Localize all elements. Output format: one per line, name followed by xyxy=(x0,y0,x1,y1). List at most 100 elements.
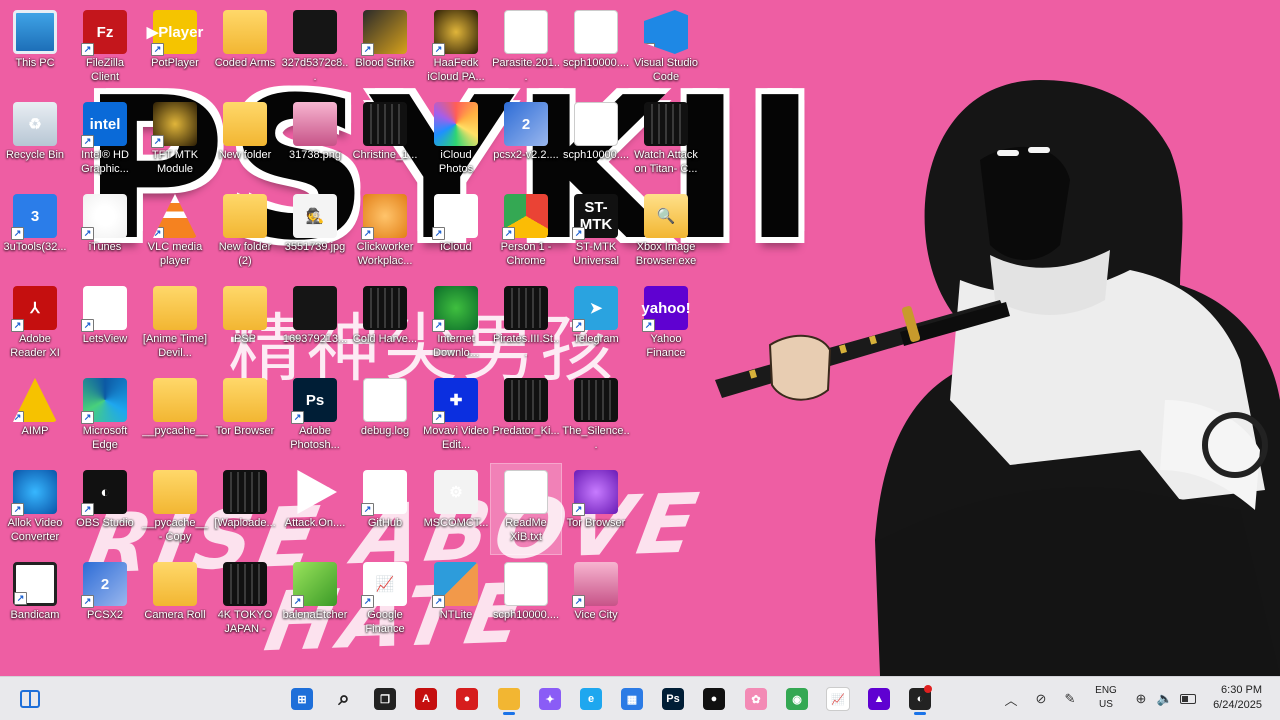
desktop-icon[interactable]: __pycache__ - Copy xyxy=(140,464,210,554)
taskbar-yahoo-finance-button[interactable]: ▲ xyxy=(863,683,895,715)
desktop-icon[interactable]: ♫ ↗ iTunes xyxy=(70,188,140,278)
desktop-icon[interactable]: Ps ↗ Adobe Photosh... xyxy=(280,372,350,462)
desktop-icon[interactable]: scph10000.... xyxy=(491,556,561,646)
desktop-icon[interactable]: ● ↗ Bandicam xyxy=(0,556,70,646)
desktop-icon[interactable]: Watch Attack on Titan- C... xyxy=(631,96,701,186)
desktop-icon[interactable]: scph10000.... xyxy=(561,4,631,94)
desktop-icon[interactable]: 3 ↗ 3uTools(32... xyxy=(0,188,70,278)
widgets-button[interactable] xyxy=(14,683,46,715)
desktop-icon[interactable]: ↗ Person 1 - Chrome xyxy=(491,188,561,278)
desktop-icon[interactable]: New folder xyxy=(210,96,280,186)
taskbar-google-finance-button[interactable]: 📈 xyxy=(822,683,854,715)
desktop-icon[interactable]: Christine_1... xyxy=(350,96,420,186)
desktop[interactable]: PSYKII 精神尖男孩 RISE ABOVE HATE This PC Fz … xyxy=(0,0,1280,676)
desktop-icon[interactable]: scph10000.... xyxy=(561,96,631,186)
taskbar-obs-button[interactable]: ◐ xyxy=(904,683,936,715)
desktop-icon[interactable]: 🕵 3551739.jpg xyxy=(280,188,350,278)
desktop-icon[interactable]: ↗ VLC media player xyxy=(140,188,210,278)
desktop-icon-label: 327d5372c8... xyxy=(281,57,349,83)
desktop-icon[interactable]: ↗ Internet Downlo... xyxy=(421,280,491,370)
taskbar-photos-button[interactable]: ✿ xyxy=(740,683,772,715)
desktop-icon[interactable]: intel ↗ Intel® HD Graphic... xyxy=(70,96,140,186)
taskbar-file-explorer-button[interactable] xyxy=(493,683,525,715)
desktop-icon[interactable]: ⅄ ↗ Adobe Reader XI xyxy=(0,280,70,370)
desktop-icon[interactable]: ↗ balenaEtcher xyxy=(280,556,350,646)
desktop-icon[interactable]: ↗ Visual Studio Code xyxy=(631,4,701,94)
desktop-icon[interactable]: PSP xyxy=(210,280,280,370)
desktop-icon[interactable]: ● ↗ GitHub xyxy=(350,464,420,554)
desktop-icon[interactable]: ♻ Recycle Bin xyxy=(0,96,70,186)
desktop-icon[interactable]: ↗ HaaFedk iCloud PA... xyxy=(421,4,491,94)
desktop-icon[interactable]: SRT Attack.On.... xyxy=(280,464,350,554)
desktop-icon[interactable]: 2 pcsx2-v2.2.... xyxy=(491,96,561,186)
desktop-icon[interactable]: ↗ Blood Strike xyxy=(350,4,420,94)
battery-button[interactable] xyxy=(1177,683,1199,715)
desktop-icon[interactable]: ST-MTK ↗ ST-MTK Universal xyxy=(561,188,631,278)
network-status-button[interactable]: ⊘ xyxy=(1030,683,1052,715)
desktop-icon[interactable]: ↗ TFT MTK Module xyxy=(140,96,210,186)
desktop-icon[interactable]: ⚙ MSCOMCT... xyxy=(421,464,491,554)
taskbar-chrome-button[interactable]: ◉ xyxy=(781,683,813,715)
desktop-icon[interactable]: ReadMe XiB.txt xyxy=(490,463,562,555)
desktop-icon-label: PotPlayer xyxy=(151,57,199,69)
desktop-icon-label: Watch Attack on Titan- C... xyxy=(634,149,698,175)
taskbar-store-button[interactable]: ▦ xyxy=(616,683,648,715)
taskbar-photoshop-button[interactable]: Ps xyxy=(657,683,689,715)
language-indicator[interactable]: ENG US xyxy=(1092,684,1120,712)
desktop-icon[interactable]: 2 ↗ PCSX2 xyxy=(70,556,140,646)
globe-button[interactable]: ⊕ xyxy=(1130,683,1152,715)
desktop-icon[interactable]: ↗ Tor Browser xyxy=(561,464,631,554)
taskbar-bandicam-button[interactable]: ● xyxy=(451,683,483,715)
desktop-icon[interactable]: ▶Player ↗ PotPlayer xyxy=(140,4,210,94)
taskbar-task-view-button[interactable]: ❐ xyxy=(369,683,401,715)
desktop-icon[interactable]: 327d5372c8... xyxy=(280,4,350,94)
show-hidden-icons-button[interactable]: ︿ xyxy=(1000,683,1022,715)
desktop-icon[interactable]: ◐ ↗ OBS Studio xyxy=(70,464,140,554)
desktop-icon[interactable]: Coded Arms xyxy=(210,4,280,94)
desktop-icon[interactable]: 🔍 Xbox Image Browser.exe xyxy=(631,188,701,278)
desktop-icon[interactable]: ↗ AIMP xyxy=(0,372,70,462)
desktop-icon[interactable]: The_Silence... xyxy=(561,372,631,462)
desktop-icon-label: iCloud Photos xyxy=(438,149,474,175)
desktop-icon[interactable]: 169379213... xyxy=(280,280,350,370)
desktop-icon[interactable]: iCloud Photos xyxy=(421,96,491,186)
desktop-icon[interactable]: ➤ ↗ Telegram xyxy=(561,280,631,370)
desktop-icon[interactable]: __pycache__ xyxy=(140,372,210,462)
desktop-icon[interactable]: ↗ Microsoft Edge xyxy=(70,372,140,462)
desktop-icon[interactable]: ☁ ↗ iCloud xyxy=(421,188,491,278)
clock[interactable]: 6:30 PM 6/24/2025 xyxy=(1198,683,1262,713)
desktop-icon[interactable]: ↗ Allok Video Converter xyxy=(0,464,70,554)
desktop-icon[interactable]: ✚ ↗ Movavi Video Edit... xyxy=(421,372,491,462)
taskbar-github-button[interactable]: ● xyxy=(698,683,730,715)
desktop-icon[interactable]: 31738.png xyxy=(280,96,350,186)
desktop-icon[interactable]: Camera Roll xyxy=(140,556,210,646)
desktop-icon[interactable]: This PC xyxy=(0,4,70,94)
desktop-icon[interactable]: Predator_Ki... xyxy=(491,372,561,462)
pen-menu-button[interactable]: ✎ xyxy=(1058,683,1082,715)
desktop-icon[interactable]: Parasite.201... xyxy=(491,4,561,94)
desktop-icon[interactable]: debug.log xyxy=(350,372,420,462)
desktop-icon[interactable]: New folder (2) xyxy=(210,188,280,278)
desktop-icon[interactable]: ↗ NTLite xyxy=(421,556,491,646)
volume-button[interactable]: 🔈 xyxy=(1154,683,1176,715)
taskbar-start-button[interactable]: ⊞ xyxy=(286,683,318,715)
taskbar-edge-button[interactable]: e xyxy=(575,683,607,715)
desktop-icon[interactable]: [Anime Time] Devil... xyxy=(140,280,210,370)
desktop-icon[interactable]: ◇ ↗ LetsView xyxy=(70,280,140,370)
desktop-icon[interactable]: Pirates.III.St... xyxy=(491,280,561,370)
desktop-icon[interactable]: Cold Harve... xyxy=(350,280,420,370)
desktop-icon[interactable]: ↗ Vice City xyxy=(561,556,631,646)
desktop-icon[interactable]: Fz ↗ FileZilla Client xyxy=(70,4,140,94)
desktop-icon[interactable]: 📈 ↗ Google Finance xyxy=(350,556,420,646)
desktop-icon-label: iCloud xyxy=(440,241,472,253)
desktop-icon[interactable]: yahoo! ↗ Yahoo Finance xyxy=(631,280,701,370)
desktop-icon[interactable]: [Waploade... xyxy=(210,464,280,554)
desktop-icon[interactable]: ↗ Clickworker Workplac... xyxy=(350,188,420,278)
running-indicator xyxy=(503,712,515,715)
taskbar-adobe-reader-button[interactable]: A xyxy=(410,683,442,715)
desktop-icon[interactable]: 4K TOKYO JAPAN - Shi... xyxy=(210,556,280,646)
desktop-icon[interactable]: Tor Browser xyxy=(210,372,280,462)
desktop-icon-label: [Waploade... xyxy=(214,517,276,529)
taskbar-search-button[interactable]: ⌕ xyxy=(328,683,360,715)
taskbar-copilot-button[interactable]: ✦ xyxy=(534,683,566,715)
